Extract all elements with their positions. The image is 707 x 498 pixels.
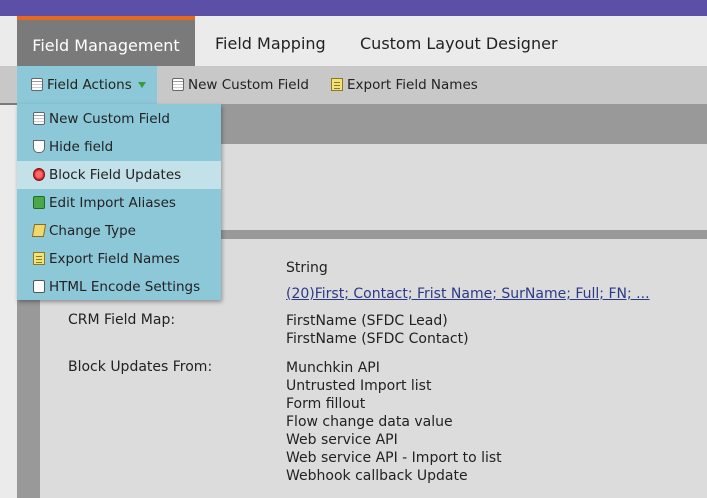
menu-item-html-encode-settings[interactable]: HTML Encode Settings bbox=[17, 273, 221, 301]
menu-item-label: Hide field bbox=[49, 139, 114, 155]
document-icon bbox=[331, 78, 343, 91]
divider bbox=[0, 103, 17, 105]
menu-item-export-field-names[interactable]: Export Field Names bbox=[17, 245, 221, 273]
crm-field-map-label: CRM Field Map: bbox=[68, 312, 176, 328]
crm-value: FirstName (SFDC Lead) bbox=[286, 313, 448, 329]
menu-item-hide-field[interactable]: Hide field bbox=[17, 133, 221, 161]
edit-icon bbox=[31, 224, 47, 237]
database-icon bbox=[172, 78, 184, 91]
menu-item-label: New Custom Field bbox=[49, 111, 170, 127]
block-source: Webhook callback Update bbox=[286, 468, 468, 484]
aliases-link[interactable]: (20)First; Contact; Frist Name; SurName;… bbox=[286, 286, 650, 302]
stop-icon bbox=[33, 168, 45, 181]
alias-icon bbox=[33, 196, 45, 209]
menu-item-label: HTML Encode Settings bbox=[49, 279, 201, 295]
block-source: Form fillout bbox=[286, 396, 366, 412]
block-source: Web service API bbox=[286, 432, 398, 448]
menu-item-change-type[interactable]: Change Type bbox=[17, 217, 221, 245]
app-header-bar bbox=[0, 0, 707, 16]
field-actions-menu: New Custom Field Hide field Block Field … bbox=[17, 104, 221, 300]
field-actions-label: Field Actions bbox=[47, 77, 132, 93]
block-source: Web service API - Import to list bbox=[286, 450, 502, 466]
menu-item-label: Export Field Names bbox=[49, 251, 180, 267]
block-updates-label: Block Updates From: bbox=[68, 359, 213, 375]
tab-bar: Field Management Field Mapping Custom La… bbox=[0, 16, 707, 66]
menu-item-edit-import-aliases[interactable]: Edit Import Aliases bbox=[17, 189, 221, 217]
export-field-names-button[interactable]: Export Field Names bbox=[331, 66, 478, 104]
toolbar: Field Actions New Custom Field Export Fi… bbox=[0, 66, 707, 104]
new-custom-field-button[interactable]: New Custom Field bbox=[172, 66, 309, 104]
crm-value: FirstName (SFDC Contact) bbox=[286, 331, 469, 347]
block-source: Flow change data value bbox=[286, 414, 453, 430]
block-updates-values: Munchkin API Untrusted Import list Form … bbox=[286, 359, 502, 485]
field-type-value: String bbox=[286, 260, 328, 276]
menu-item-block-field-updates[interactable]: Block Field Updates bbox=[17, 161, 221, 189]
menu-item-label: Edit Import Aliases bbox=[49, 195, 176, 211]
left-margin bbox=[0, 104, 17, 498]
document-icon bbox=[33, 252, 45, 265]
new-custom-field-label: New Custom Field bbox=[188, 77, 309, 93]
crm-field-map-values: FirstName (SFDC Lead) FirstName (SFDC Co… bbox=[286, 312, 469, 348]
menu-item-new-custom-field[interactable]: New Custom Field bbox=[17, 105, 221, 133]
flask-icon bbox=[33, 140, 45, 153]
block-source: Untrusted Import list bbox=[286, 378, 432, 394]
database-icon bbox=[31, 78, 43, 91]
field-aliases-link[interactable]: (20)First; Contact; Frist Name; SurName;… bbox=[286, 285, 650, 303]
tab-custom-layout-designer[interactable]: Custom Layout Designer bbox=[360, 16, 558, 66]
caret-down-icon bbox=[137, 82, 146, 88]
database-icon bbox=[33, 112, 45, 125]
tab-field-management[interactable]: Field Management bbox=[17, 16, 195, 66]
menu-item-label: Block Field Updates bbox=[49, 167, 182, 183]
field-actions-button[interactable]: Field Actions bbox=[17, 66, 157, 104]
html-icon bbox=[33, 280, 45, 293]
export-field-names-label: Export Field Names bbox=[347, 77, 478, 93]
tab-field-mapping[interactable]: Field Mapping bbox=[215, 16, 326, 66]
block-source: Munchkin API bbox=[286, 360, 380, 376]
menu-item-label: Change Type bbox=[49, 223, 136, 239]
